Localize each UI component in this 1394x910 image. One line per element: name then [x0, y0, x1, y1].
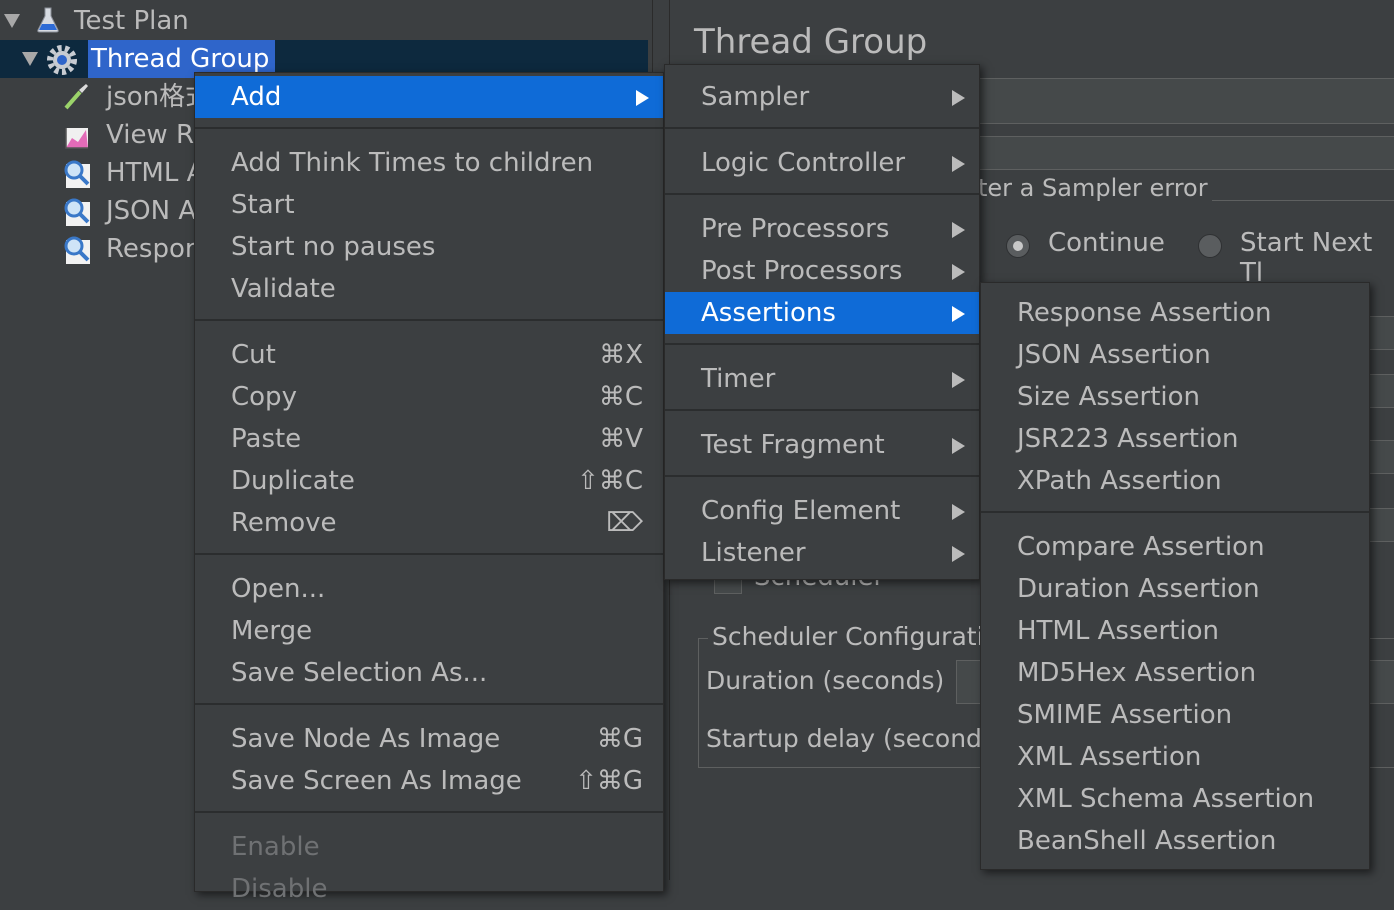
continue-radio-label: Continue [1048, 228, 1165, 258]
menu-item-open[interactable]: Open... [195, 568, 663, 610]
menu-item-merge[interactable]: Merge [195, 610, 663, 652]
menu-separator [195, 553, 663, 555]
submenu-arrow-icon [952, 264, 965, 280]
duration-label: Duration (seconds) [706, 666, 945, 695]
menu-item-validate[interactable]: Validate [195, 268, 663, 310]
pipette-icon [64, 84, 88, 110]
menu-separator [665, 343, 979, 345]
menu-item-cut[interactable]: Cut ⌘X [195, 334, 663, 376]
submenu-arrow-icon [952, 372, 965, 388]
menu-separator [665, 409, 979, 411]
magnifier-icon [64, 160, 90, 188]
menu-item-paste[interactable]: Paste ⌘V [195, 418, 663, 460]
submenu-arrow-icon [952, 90, 965, 106]
assertions-submenu: Response Assertion JSON Assertion Size A… [980, 282, 1370, 870]
menu-item-enable: Enable [231, 832, 320, 862]
assertion-item-json[interactable]: JSON Assertion [981, 334, 1369, 376]
menu-item-start[interactable]: Start [195, 184, 663, 226]
menu-separator [665, 193, 979, 195]
submenu-item-logic-controller[interactable]: Logic Controller [665, 142, 979, 184]
context-menu: Add Add Think Times to children Start St… [194, 72, 664, 904]
magnifier-icon [64, 236, 90, 264]
menu-separator [195, 703, 663, 705]
menu-item-copy[interactable]: Copy ⌘C [195, 376, 663, 418]
assertion-item-smime[interactable]: SMIME Assertion [981, 694, 1369, 736]
assertion-item-duration[interactable]: Duration Assertion [981, 568, 1369, 610]
continue-radio[interactable] [1006, 234, 1030, 258]
menu-item-add[interactable]: Add [195, 76, 663, 118]
graph-icon [65, 128, 88, 149]
assertion-item-response[interactable]: Response Assertion [981, 292, 1369, 334]
add-submenu: Sampler Logic Controller Pre Processors … [664, 64, 980, 580]
submenu-item-timer[interactable]: Timer [665, 358, 979, 400]
tree-item-test-plan[interactable]: Test Plan [0, 2, 652, 40]
assertion-item-jsr223[interactable]: JSR223 Assertion [981, 418, 1369, 460]
menu-item-save-screen-image[interactable]: Save Screen As Image ⇧⌘G [195, 760, 663, 802]
menu-separator [665, 475, 979, 477]
menu-item-save-selection-as[interactable]: Save Selection As... [195, 652, 663, 694]
menu-separator [195, 319, 663, 321]
menu-separator [195, 811, 663, 813]
submenu-arrow-icon [952, 438, 965, 454]
assertion-item-md5hex[interactable]: MD5Hex Assertion [981, 652, 1369, 694]
submenu-arrow-icon [952, 306, 965, 322]
tree-item-label: HTML A [106, 158, 205, 188]
gear-icon [47, 45, 77, 75]
assertion-item-size[interactable]: Size Assertion [981, 376, 1369, 418]
start-next-thread-radio[interactable] [1198, 234, 1222, 258]
delete-key-icon: ⌦ [606, 508, 643, 538]
menu-item-start-no-pauses[interactable]: Start no pauses [195, 226, 663, 268]
submenu-item-sampler[interactable]: Sampler [665, 76, 979, 118]
submenu-arrow-icon [636, 90, 649, 106]
assertion-item-xml-schema[interactable]: XML Schema Assertion [981, 778, 1369, 820]
submenu-item-post-processors[interactable]: Post Processors [665, 250, 979, 292]
tree-item-label: Respon [106, 234, 202, 264]
submenu-item-assertions[interactable]: Assertions [665, 292, 979, 334]
submenu-item-config-element[interactable]: Config Element [665, 490, 979, 532]
expand-triangle-icon[interactable] [22, 52, 38, 66]
assertion-item-beanshell[interactable]: BeanShell Assertion [981, 820, 1369, 862]
start-next-thread-label: Start Next Tl [1240, 228, 1373, 288]
submenu-arrow-icon [952, 546, 965, 562]
menu-separator [195, 127, 663, 129]
menu-item-add-think-times[interactable]: Add Think Times to children [195, 142, 663, 184]
submenu-arrow-icon [952, 504, 965, 520]
expand-triangle-icon[interactable] [4, 14, 20, 28]
menu-item-remove[interactable]: Remove ⌦ [195, 502, 663, 544]
menu-item-save-node-image[interactable]: Save Node As Image ⌘G [195, 718, 663, 760]
submenu-item-test-fragment[interactable]: Test Fragment [665, 424, 979, 466]
assertion-item-html[interactable]: HTML Assertion [981, 610, 1369, 652]
submenu-item-listener[interactable]: Listener [665, 532, 979, 574]
startup-delay-label: Startup delay (seconds [706, 724, 995, 753]
submenu-arrow-icon [952, 222, 965, 238]
submenu-item-pre-processors[interactable]: Pre Processors [665, 208, 979, 250]
assertion-item-xpath[interactable]: XPath Assertion [981, 460, 1369, 502]
magnifier-icon [64, 198, 90, 226]
menu-separator [981, 511, 1369, 513]
tree-item-label: Test Plan [74, 6, 189, 36]
submenu-arrow-icon [952, 156, 965, 172]
error-action-legend: ter a Sampler error [974, 174, 1212, 202]
name-field[interactable] [970, 78, 1394, 124]
assertion-item-xml[interactable]: XML Assertion [981, 736, 1369, 778]
test-plan-flask-icon [37, 7, 59, 33]
menu-item-duplicate[interactable]: Duplicate ⇧⌘C [195, 460, 663, 502]
menu-separator [665, 127, 979, 129]
comments-field[interactable] [970, 136, 1394, 170]
menu-item-disable: Disable [231, 874, 328, 904]
scheduler-config-legend: Scheduler Configurati [708, 622, 988, 651]
page-title: Thread Group [694, 22, 928, 62]
assertion-item-compare[interactable]: Compare Assertion [981, 526, 1369, 568]
